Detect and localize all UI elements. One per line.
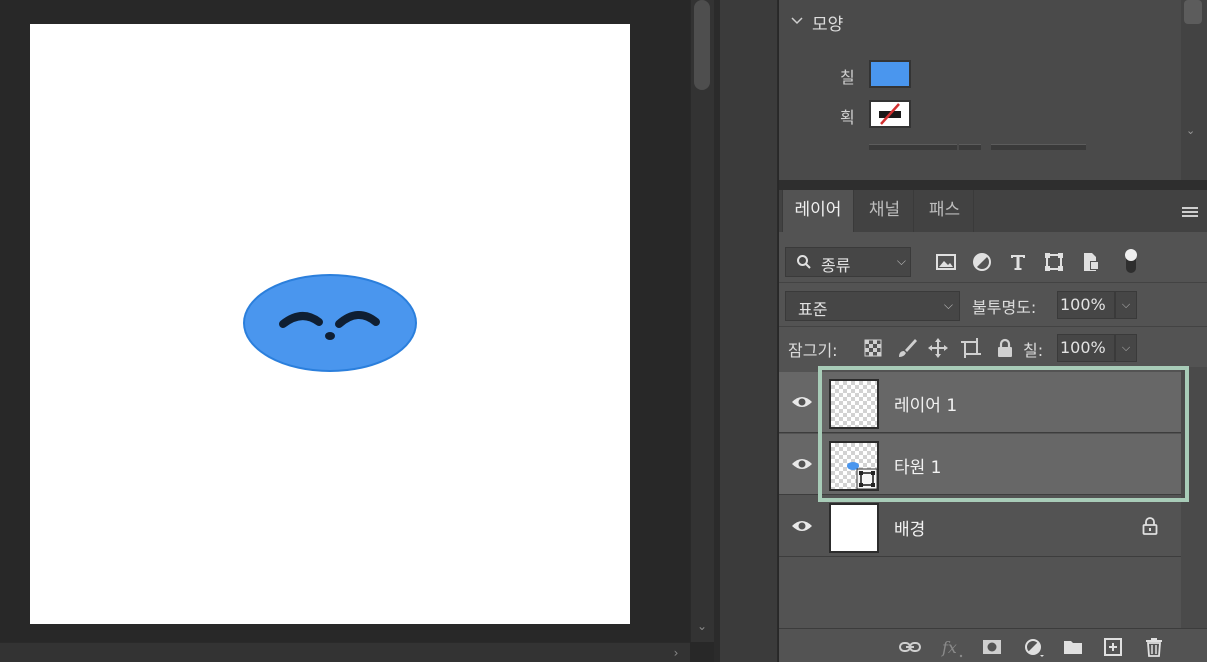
lock-all-icon[interactable] bbox=[994, 337, 1016, 359]
selection-highlight-box bbox=[818, 366, 1189, 502]
tab-paths[interactable]: 패스 bbox=[916, 190, 974, 232]
properties-scrollbar[interactable] bbox=[1181, 0, 1207, 180]
fill-color-swatch[interactable] bbox=[869, 60, 911, 88]
layer-fill-label: 칠: bbox=[1023, 341, 1044, 360]
layer-row-background[interactable]: 배경 bbox=[779, 496, 1181, 557]
divider bbox=[779, 282, 1207, 283]
lock-label: 잠그기: bbox=[788, 341, 838, 360]
collapse-chevron-icon[interactable] bbox=[790, 14, 804, 28]
stroke-width-dropdown[interactable] bbox=[959, 144, 981, 150]
lock-artboard-icon[interactable] bbox=[960, 337, 982, 359]
new-group-folder-icon[interactable] bbox=[1062, 636, 1084, 658]
delete-layer-trash-icon[interactable] bbox=[1143, 636, 1165, 658]
filter-kind-value: 종류 bbox=[821, 256, 851, 275]
divider bbox=[779, 326, 1207, 327]
layer-fill-value: 100% bbox=[1060, 338, 1106, 357]
layer-name: 배경 bbox=[894, 520, 926, 540]
stroke-type-field[interactable] bbox=[991, 144, 1086, 150]
opacity-value: 100% bbox=[1060, 295, 1106, 314]
opacity-input[interactable]: 100% bbox=[1057, 291, 1115, 319]
new-layer-icon[interactable] bbox=[1102, 636, 1124, 658]
stroke-color-swatch[interactable] bbox=[869, 100, 911, 128]
visibility-eye-icon[interactable] bbox=[791, 394, 813, 410]
layer-style-fx-icon[interactable]: fx bbox=[941, 636, 963, 658]
layer-fill-input[interactable]: 100% bbox=[1057, 334, 1115, 362]
no-stroke-icon bbox=[879, 103, 901, 125]
stroke-label: 획 bbox=[840, 108, 855, 127]
visibility-eye-icon[interactable] bbox=[791, 456, 813, 472]
panel-menu-icon[interactable] bbox=[1181, 205, 1199, 219]
scroll-right-chevron-icon[interactable]: › bbox=[666, 645, 686, 661]
link-layers-icon[interactable] bbox=[899, 636, 921, 658]
nose-dot bbox=[325, 332, 335, 340]
smart-object-filter-icon[interactable] bbox=[1078, 250, 1102, 274]
chevron-down-icon: ⌵ bbox=[896, 254, 906, 268]
new-adjustment-layer-icon[interactable] bbox=[1022, 636, 1044, 658]
add-mask-icon[interactable] bbox=[981, 636, 1003, 658]
shape-section-title: 모양 bbox=[812, 15, 844, 35]
fill-dropdown-chevron-icon[interactable]: ⌵ bbox=[1115, 334, 1137, 362]
type-filter-icon[interactable] bbox=[1006, 250, 1030, 274]
lock-transparent-pixels-icon[interactable] bbox=[862, 337, 884, 359]
canvas-horizontal-scrollbar[interactable] bbox=[0, 642, 690, 662]
panel-separator bbox=[779, 180, 1207, 190]
artboard[interactable] bbox=[30, 24, 630, 624]
opacity-label: 불투명도: bbox=[972, 298, 1037, 317]
opacity-dropdown-chevron-icon[interactable]: ⌵ bbox=[1115, 291, 1137, 319]
chevron-down-icon: ⌵ bbox=[943, 298, 953, 312]
blend-mode-value: 표준 bbox=[798, 300, 828, 319]
tab-channels[interactable]: 채널 bbox=[856, 190, 914, 232]
lock-position-move-icon[interactable] bbox=[927, 337, 949, 359]
layer-thumbnail bbox=[829, 503, 879, 553]
collapsed-panel-dock bbox=[720, 0, 778, 662]
tab-layers[interactable]: 레이어 bbox=[782, 190, 854, 232]
blend-mode-select[interactable]: 표준 ⌵ bbox=[785, 291, 960, 321]
canvas-vertical-scrollbar[interactable] bbox=[690, 0, 714, 642]
properties-scroll-thumb[interactable] bbox=[1184, 0, 1202, 24]
adjustment-filter-icon[interactable] bbox=[970, 250, 994, 274]
stroke-width-field[interactable] bbox=[869, 144, 957, 150]
fill-label: 칠 bbox=[840, 68, 855, 87]
layer-filter-select[interactable]: 종류 ⌵ bbox=[785, 247, 911, 277]
layer-lock-icon[interactable] bbox=[1141, 516, 1159, 536]
filter-toggle-switch[interactable] bbox=[1120, 247, 1142, 275]
lock-image-pixels-brush-icon[interactable] bbox=[896, 337, 918, 359]
scroll-down-chevron-icon[interactable]: ⌄ bbox=[690, 616, 714, 636]
blue-ellipse-shape bbox=[243, 274, 417, 372]
canvas-vertical-scroll-thumb[interactable] bbox=[694, 0, 710, 90]
properties-scroll-down-icon[interactable]: ⌄ bbox=[1186, 124, 1195, 137]
visibility-eye-icon[interactable] bbox=[791, 518, 813, 534]
image-filter-icon[interactable] bbox=[934, 250, 958, 274]
search-icon bbox=[797, 255, 811, 269]
svg-text:fx: fx bbox=[941, 638, 957, 657]
shape-filter-icon[interactable] bbox=[1042, 250, 1066, 274]
artwork bbox=[243, 274, 417, 372]
